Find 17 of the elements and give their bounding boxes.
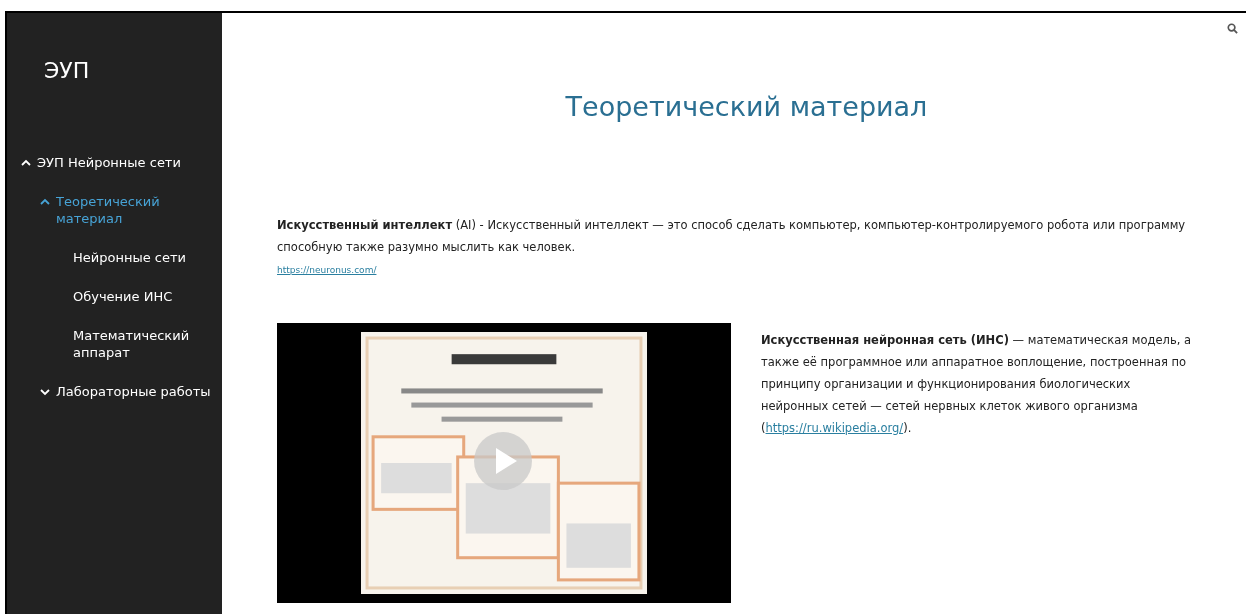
nav-item[interactable]: Теоретический материал [7,185,222,235]
nav-item[interactable]: Нейронные сети [7,241,203,274]
wikipedia-link[interactable]: https://ru.wikipedia.org/ [765,421,904,435]
site-title: ЭУП [43,57,91,85]
chevron-icon [40,197,50,207]
chevron-icon [40,387,50,397]
search-icon[interactable] [1227,23,1238,34]
definition-paragraph: Искусственная нейронная сеть (ИНС) — математическая модель, а также её программное или аппаратное воплощение, построенная по принципу организации и функционирования биологических нейронных сетей — сетей нервных клеток живого организма (https://ru.wikipedia.org/). [761,332,1193,437]
source-link[interactable]: https://neuronus.com/ [277,265,377,275]
nav-item[interactable]: ЭУП Нейронные сети [7,146,222,179]
video-player[interactable] [277,323,731,603]
chevron-icon [21,158,31,168]
intro-paragraph: Искусственный интеллект (AI) - Искусственный интеллект — это способ сделать компьютер, компьютер-контролируемого робота или программу способную также разумно мыслить как человек. [277,217,1187,256]
nav-item[interactable]: Лабораторные работы [7,375,222,408]
nav-item[interactable]: Обучение ИНС [7,280,203,313]
page-title: Теоретический материал [564,91,929,122]
nav-item[interactable]: Математический аппарат [7,319,203,369]
